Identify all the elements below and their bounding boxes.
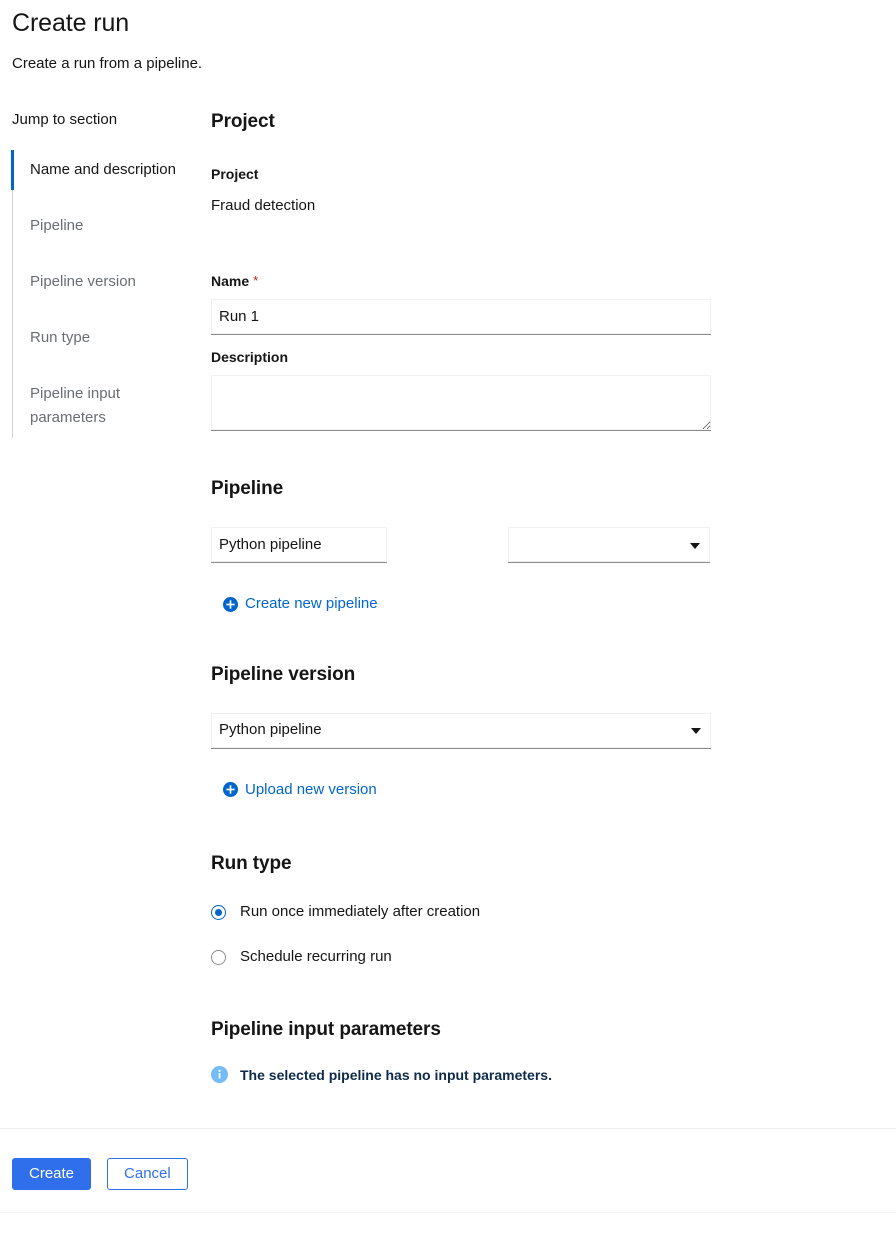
pipeline-section-heading: Pipeline (211, 477, 711, 501)
pipeline-select-row (211, 527, 711, 563)
name-input[interactable] (211, 299, 711, 335)
run-type-section-heading: Run type (211, 852, 711, 876)
upload-new-version-link[interactable]: Upload new version (223, 780, 377, 800)
create-new-pipeline-label: Create new pipeline (245, 594, 378, 614)
radio-unselected-icon[interactable] (211, 950, 226, 965)
radio-selected-icon[interactable] (211, 905, 226, 920)
schedule-recurring-radio-label: Schedule recurring run (240, 947, 392, 967)
jumpnav-item-pipeline-version[interactable]: Pipeline version (13, 262, 192, 302)
description-field-label: Description (211, 348, 711, 366)
info-circle-icon (211, 1066, 228, 1083)
jumpnav-item-pipeline-input-parameters[interactable]: Pipeline input parameters (13, 374, 192, 438)
pipeline-input-parameters-heading: Pipeline input parameters (211, 1018, 711, 1042)
description-textarea[interactable] (211, 375, 711, 431)
jumpnav-item-label: Pipeline input parameters (30, 385, 120, 426)
pipeline-section: Pipeline Create new pipeline (211, 477, 711, 617)
pipeline-typeahead-input[interactable] (211, 527, 387, 563)
jumpnav-item-name-and-description[interactable]: Name and description (13, 150, 192, 190)
pipeline-input-parameters-section: Pipeline input parameters The selected p… (211, 1018, 711, 1085)
project-field-label: Project (211, 165, 711, 183)
jump-to-section-list: Name and description Pipeline Pipeline v… (12, 150, 192, 438)
run-once-radio-option[interactable]: Run once immediately after creation (211, 902, 711, 922)
jumpnav-item-label: Pipeline version (30, 273, 136, 290)
jumpnav-item-label: Pipeline (30, 217, 83, 234)
create-new-pipeline-link[interactable]: Create new pipeline (223, 594, 378, 614)
pipeline-version-section: Pipeline version Python pipeline Upload … (211, 663, 711, 803)
jumpnav-item-label: Run type (30, 329, 90, 346)
name-field-label: Name * (211, 272, 711, 290)
name-field-group: Name * (211, 272, 711, 335)
no-parameters-alert-text: The selected pipeline has no input param… (240, 1065, 552, 1085)
description-field-group: Description (211, 348, 711, 431)
plus-circle-icon (223, 597, 238, 612)
chevron-down-icon (690, 543, 700, 549)
no-parameters-alert: The selected pipeline has no input param… (211, 1065, 711, 1085)
run-type-section: Run type Run once immediately after crea… (211, 852, 711, 967)
chevron-down-icon (691, 728, 701, 734)
page-header: Create run Create a run from a pipeline. (12, 8, 872, 74)
project-section: Project Project Fraud detection (211, 110, 711, 216)
jump-to-section-nav: Jump to section Name and description Pip… (12, 110, 192, 438)
jumpnav-item-label: Name and description (30, 161, 176, 178)
jump-to-section-title: Jump to section (12, 110, 192, 150)
pipeline-version-select-value: Python pipeline (219, 720, 322, 740)
create-button[interactable]: Create (12, 1158, 91, 1190)
footer-actions: Create Cancel (12, 1158, 188, 1190)
upload-new-version-label: Upload new version (245, 780, 377, 800)
cancel-button[interactable]: Cancel (107, 1158, 188, 1190)
run-once-radio-label: Run once immediately after creation (240, 902, 480, 922)
page-bottom-divider (0, 1212, 896, 1213)
pipeline-select[interactable] (508, 527, 710, 563)
jumpnav-item-run-type[interactable]: Run type (13, 318, 192, 358)
name-label-text: Name (211, 273, 249, 289)
plus-circle-icon (223, 782, 238, 797)
form-column: Project Project Fraud detection Name * De… (211, 110, 711, 1085)
page-subtitle: Create a run from a pipeline. (12, 38, 872, 74)
page-title: Create run (12, 8, 872, 38)
jumpnav-item-pipeline[interactable]: Pipeline (13, 206, 192, 246)
pipeline-version-select[interactable]: Python pipeline (211, 713, 711, 749)
footer-divider (0, 1128, 896, 1129)
project-section-heading: Project (211, 110, 711, 134)
required-asterisk: * (253, 273, 258, 288)
pipeline-version-section-heading: Pipeline version (211, 663, 711, 687)
schedule-recurring-radio-option[interactable]: Schedule recurring run (211, 947, 711, 967)
project-value: Fraud detection (211, 196, 333, 216)
